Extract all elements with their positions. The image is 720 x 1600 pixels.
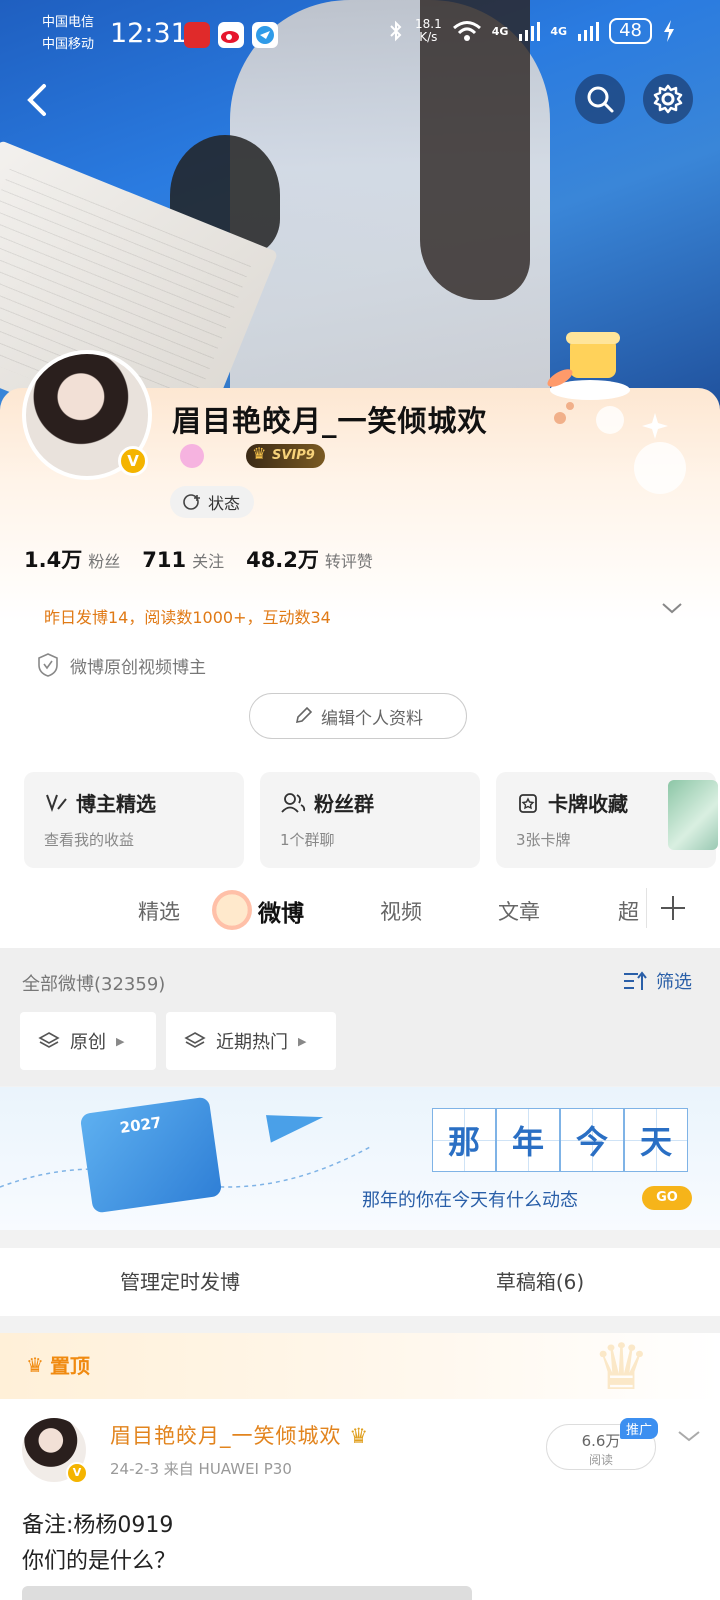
- pencil-icon: [295, 706, 313, 724]
- charging-icon: [664, 20, 674, 42]
- status-button[interactable]: 状态: [170, 486, 255, 518]
- search-icon: [587, 86, 614, 113]
- yesterday-summary[interactable]: 昨日发博14，阅读数1000+，互动数34: [44, 604, 331, 628]
- edit-profile-button[interactable]: 编辑个人资料: [249, 693, 467, 739]
- card-collection-icon: [519, 793, 537, 813]
- go-button[interactable]: GO: [642, 1186, 692, 1210]
- caret-right-icon: ▶: [298, 1034, 307, 1048]
- mascot-icon: [212, 890, 252, 930]
- group-icon: [281, 792, 306, 813]
- promote-badge[interactable]: 推广: [620, 1418, 659, 1439]
- status-bar: 中国电信 中国移动 12:31 18.1 K/s 4G 4G 48: [0, 0, 720, 70]
- decorative-bubbles-icon: [554, 402, 686, 494]
- shield-check-icon: [38, 653, 58, 677]
- back-arrow-icon: [27, 84, 46, 116]
- crown-icon: ♛: [26, 1352, 44, 1377]
- post-verified-icon: V: [66, 1462, 88, 1484]
- card-collection[interactable]: 卡牌收藏 3张卡牌: [496, 772, 718, 868]
- on-this-day-title: 那 年 今 天: [432, 1108, 688, 1172]
- signal-1-label: 4G: [491, 24, 509, 38]
- post-meta: 24-2-3 来自 HUAWEI P30: [110, 1460, 292, 1478]
- gear-icon: [653, 84, 683, 114]
- browser-app-icon: [252, 22, 278, 48]
- search-button[interactable]: [575, 74, 625, 124]
- filter-button[interactable]: 筛选: [622, 968, 692, 994]
- card-creator-picks[interactable]: 博主精选 查看我的收益: [24, 772, 244, 868]
- v-pencil-icon: [46, 794, 67, 812]
- tab-articles[interactable]: 文章: [498, 896, 540, 926]
- post-text: 备注:杨杨0919 你们的是什么？: [22, 1513, 177, 1574]
- all-weibo-count: 全部微博(32359): [22, 974, 166, 995]
- network-speed: 18.1 K/s: [415, 17, 442, 44]
- vip-crown-icon: ♛: [349, 1424, 370, 1448]
- card-fan-group[interactable]: 粉丝群 1个群聊: [260, 772, 480, 868]
- plus-icon: [660, 896, 685, 920]
- back-button[interactable]: [18, 78, 58, 122]
- drafts-button[interactable]: 草稿箱(6): [360, 1248, 720, 1316]
- bluetooth-icon: [390, 20, 402, 42]
- collection-thumbnail: [668, 780, 718, 850]
- status-indicators: 18.1 K/s 4G 4G 48: [387, 18, 676, 44]
- calendar-icon: [79, 1096, 223, 1214]
- search-tag-icon[interactable]: [180, 444, 204, 468]
- clock: 12:31: [110, 18, 188, 49]
- signal-2-icon: [578, 22, 600, 41]
- decorative-cup-icon: [547, 332, 630, 400]
- originator-label[interactable]: 微博原创视频博主: [36, 652, 206, 678]
- original-chip[interactable]: 原创 ▶: [20, 1012, 156, 1070]
- recent-hot-chip[interactable]: 近期热门 ▶: [166, 1012, 336, 1070]
- signal-1-icon: [519, 22, 541, 41]
- stat-following[interactable]: 711 关注: [142, 548, 224, 572]
- signal-2-label: 4G: [550, 24, 568, 38]
- weibo-app-icon: [218, 22, 244, 48]
- stat-fans[interactable]: 1.4万 粉丝: [24, 544, 120, 574]
- verified-badge-icon: V: [118, 446, 148, 476]
- status-label: 状态: [208, 494, 241, 513]
- banner-subtitle: 那年的你在今天有什么动态: [362, 1190, 578, 1211]
- status-add-icon: [183, 494, 200, 510]
- chevron-down-icon: [662, 603, 682, 614]
- scheduled-posts-button[interactable]: 管理定时发博: [0, 1248, 360, 1316]
- layers-icon: [38, 1032, 60, 1048]
- manage-row: 管理定时发博 草稿箱(6): [0, 1248, 720, 1316]
- pinned-label: ♛ 置顶: [26, 1352, 90, 1379]
- caret-right-icon: ▶: [116, 1034, 125, 1048]
- tab-featured[interactable]: 精选: [138, 896, 180, 926]
- crown-decoration-icon: ♛: [592, 1331, 650, 1405]
- layers-icon: [184, 1032, 206, 1048]
- battery-indicator: 48: [609, 18, 652, 44]
- add-tab-button[interactable]: [646, 888, 698, 928]
- tab-video[interactable]: 视频: [380, 896, 422, 926]
- tab-super[interactable]: 超: [618, 896, 639, 926]
- expand-button[interactable]: [660, 600, 684, 620]
- post-more-button[interactable]: [676, 1428, 702, 1448]
- profile-username: 眉目艳皎月_一笑倾城欢: [172, 404, 488, 438]
- carrier-info: 中国电信 中国移动: [42, 15, 95, 52]
- post-image[interactable]: [22, 1586, 472, 1600]
- stat-interactions[interactable]: 48.2万 转评赞: [246, 544, 373, 574]
- chevron-down-icon: [678, 1431, 700, 1442]
- profile-stats: 1.4万 粉丝 711 关注 48.2万 转评赞: [24, 544, 373, 574]
- content-tabs: 精选 微博 视频 文章 超: [0, 872, 720, 948]
- filter-icon: [624, 971, 647, 990]
- wifi-icon: [452, 21, 481, 41]
- svip-badge[interactable]: SVIP9: [246, 444, 325, 468]
- huawei-app-icon: [184, 22, 210, 48]
- settings-button[interactable]: [643, 74, 693, 124]
- post-author[interactable]: 眉目艳皎月_一笑倾城欢 ♛: [110, 1420, 369, 1450]
- tab-weibo[interactable]: 微博: [258, 894, 304, 928]
- feature-cards: 博主精选 查看我的收益 粉丝群 1个群聊 卡牌收藏 3张卡牌: [24, 772, 718, 868]
